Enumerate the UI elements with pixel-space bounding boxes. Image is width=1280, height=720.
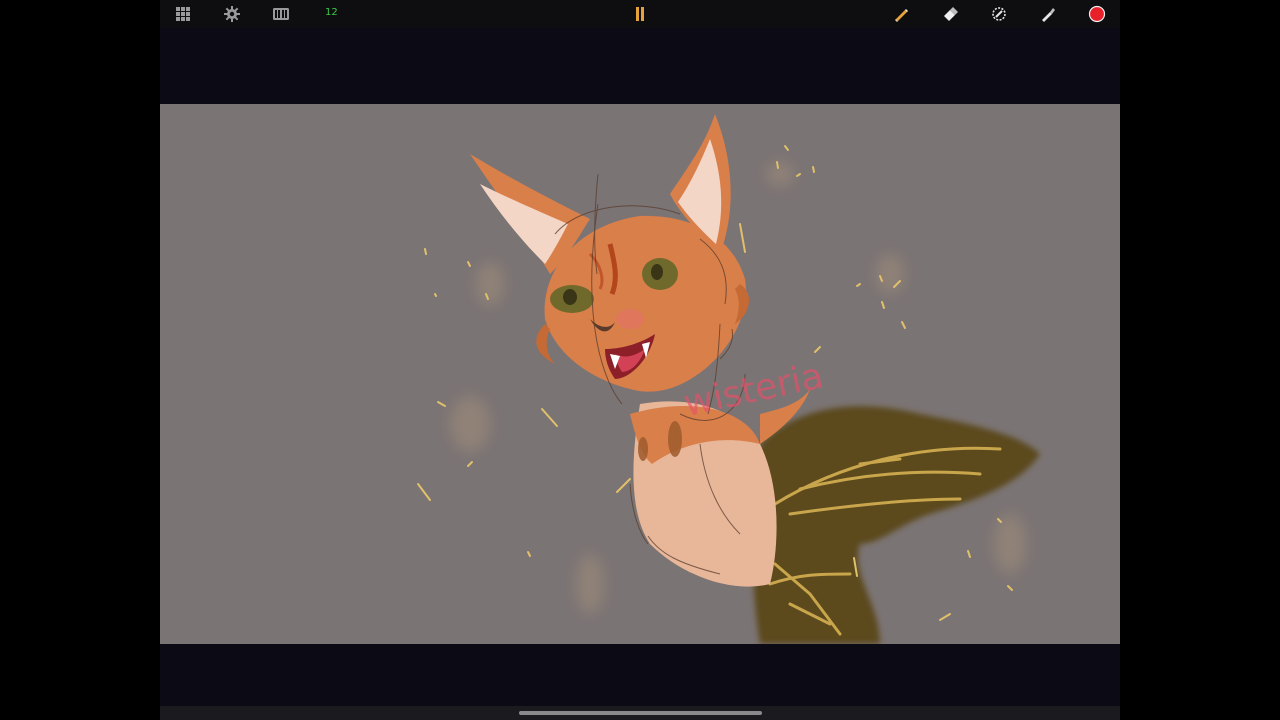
top-toolbar: 12	[160, 0, 1120, 28]
settings-gear-icon[interactable]	[221, 4, 243, 24]
frame-count[interactable]: 12	[325, 7, 338, 18]
color-swatch[interactable]	[1086, 4, 1108, 24]
eraser-tool-icon[interactable]	[939, 4, 961, 24]
pause-icon[interactable]	[629, 4, 651, 24]
bottom-panel	[160, 644, 1120, 706]
pencil-tool-icon[interactable]	[890, 4, 912, 24]
gallery-grid-icon[interactable]	[172, 4, 194, 24]
animation-app-window: 12 wisteria	[160, 0, 1120, 720]
filmstrip-icon[interactable]	[270, 4, 292, 24]
eyedropper-icon[interactable]	[1037, 4, 1059, 24]
home-indicator[interactable]	[519, 711, 762, 715]
smudge-tool-icon[interactable]	[988, 4, 1010, 24]
cat-drawing: wisteria	[417, 114, 1040, 644]
drawing-canvas[interactable]: wisteria	[160, 104, 1120, 644]
